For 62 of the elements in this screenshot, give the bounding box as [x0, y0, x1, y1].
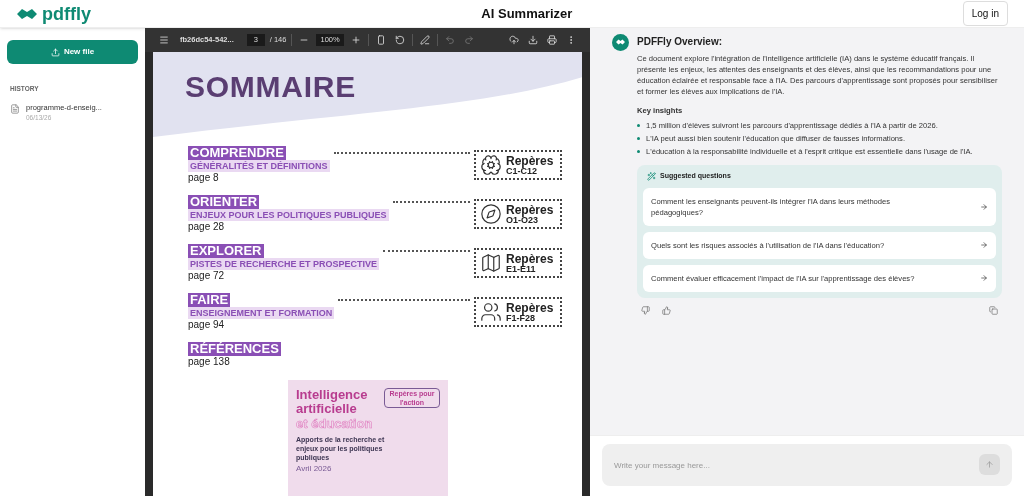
cover-title: Intelligence artificielle — [296, 388, 369, 416]
logo-icon — [16, 6, 38, 21]
thumbs-down-button[interactable] — [641, 305, 650, 315]
arrow-icon — [980, 274, 988, 283]
page-number: page 94 — [188, 319, 225, 331]
cover-date: Avril 2026 — [296, 463, 333, 475]
section-subtitle: ENSEIGNEMENT ET FORMATION — [188, 307, 335, 319]
cloud-icon[interactable] — [507, 33, 521, 47]
page-number: page 8 — [188, 172, 219, 184]
reperes-label: Repères — [506, 301, 554, 314]
new-file-button[interactable]: New file — [7, 40, 138, 64]
cloud-icon-glyph-icon — [509, 35, 519, 45]
section-subtitle: PISTES DE RECHERCHE ET PROSPECTIVE — [188, 258, 380, 270]
reperes-label: Repères — [506, 252, 554, 265]
overview-title: PDFFly Overview: — [637, 35, 724, 49]
reperes-icon — [480, 203, 502, 225]
logo-text: pdffly — [42, 4, 91, 23]
reperes-icon — [480, 154, 502, 176]
undo-icon-glyph-icon — [444, 35, 455, 45]
login-button[interactable]: Log in — [962, 1, 1008, 26]
app-title: AI Summarizer — [481, 4, 573, 23]
menu-icon-glyph-icon — [159, 35, 169, 45]
fit-page-icon-glyph-icon — [375, 35, 386, 45]
reperes-label: Repères — [506, 203, 554, 216]
section-heading: COMPRENDRE — [188, 146, 286, 160]
reperes-label: Repères — [506, 154, 554, 167]
thumbs-up-button[interactable] — [662, 305, 671, 315]
annotate-icon[interactable] — [417, 33, 432, 47]
copy-button[interactable] — [989, 305, 998, 315]
section-subtitle: GÉNÉRALITÉS ET DÉFINITIONS — [188, 160, 330, 172]
page-title: SOMMAIRE — [185, 72, 357, 102]
print-icon[interactable] — [545, 33, 559, 47]
bullet-icon — [637, 150, 640, 154]
reperes-icon — [480, 301, 502, 323]
redo-icon-glyph-icon — [463, 35, 474, 45]
reperes-icon — [480, 252, 502, 274]
zoom-in-glyph-icon — [350, 35, 361, 45]
arrow-up-icon — [985, 460, 994, 469]
message-input[interactable]: Write your message here... — [602, 444, 1012, 486]
upload-icon — [50, 47, 60, 57]
page-number: page 72 — [188, 270, 225, 282]
download-icon-glyph-icon — [528, 35, 538, 45]
section-heading: RÉFÉRENCES — [188, 342, 281, 356]
section-subtitle: ENJEUX POUR LES POLITIQUES PUBLIQUES — [188, 209, 389, 221]
page-number: page 28 — [188, 221, 225, 233]
section-heading: EXPLORER — [188, 244, 264, 258]
rotate-icon-glyph-icon — [394, 35, 405, 45]
arrow-icon — [980, 241, 988, 250]
section-heading: FAIRE — [188, 293, 231, 307]
magic-wand-icon — [647, 172, 656, 182]
bullet-icon — [637, 137, 640, 141]
download-icon[interactable] — [526, 33, 540, 47]
pdffly-avatar-icon — [612, 34, 629, 51]
cover-title-outline: et éducation — [296, 416, 374, 431]
page-number: page 138 — [188, 356, 230, 368]
menu-icon[interactable] — [157, 33, 171, 47]
arrow-icon — [980, 202, 988, 211]
file-icon — [10, 103, 20, 114]
bullet-icon — [637, 124, 640, 128]
section-heading: ORIENTER — [188, 195, 260, 209]
annotate-icon-glyph-icon — [419, 35, 430, 45]
print-icon-glyph-icon — [547, 35, 557, 45]
